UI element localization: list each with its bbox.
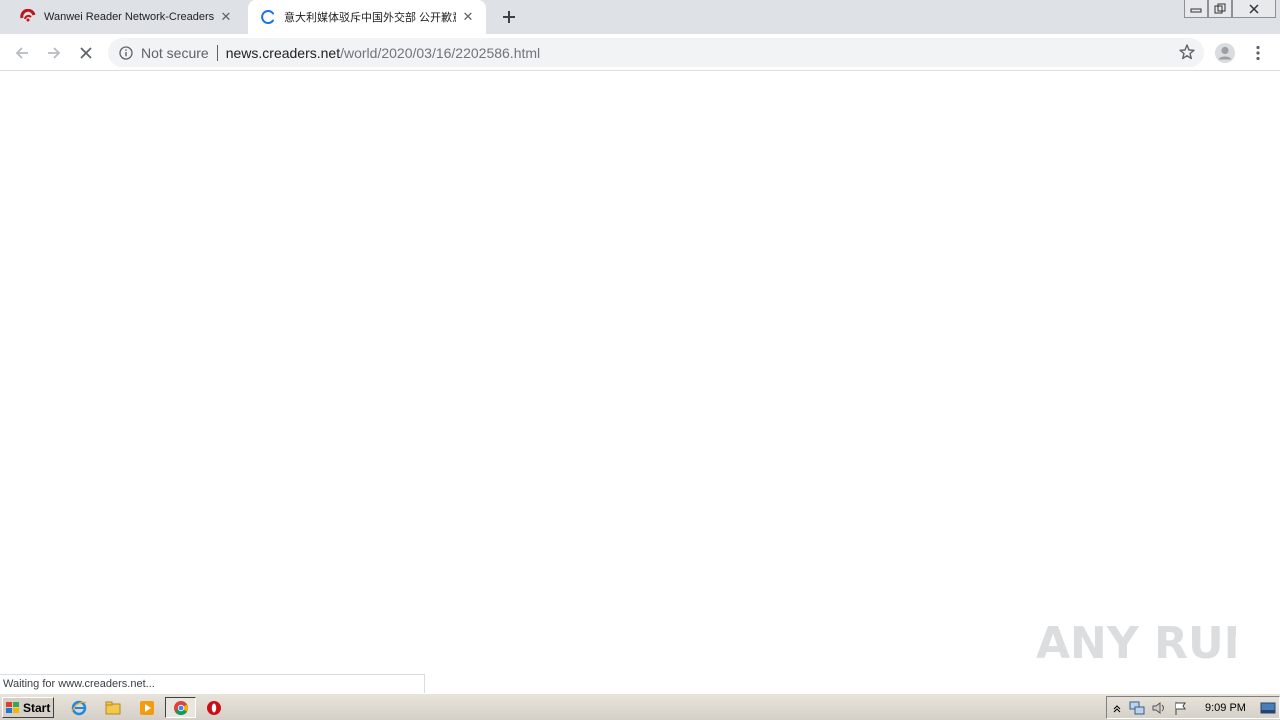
page-content-area (0, 72, 1280, 692)
tab-creaders-home[interactable]: Wanwei Reader Network-Creaders.NET ✕ (8, 0, 244, 34)
minimize-icon (1190, 8, 1202, 12)
info-icon[interactable] (117, 44, 135, 62)
start-label: Start (23, 700, 51, 715)
profile-button[interactable] (1212, 40, 1238, 66)
show-hidden-icons-icon[interactable] (1109, 700, 1125, 716)
back-button[interactable] (9, 40, 35, 66)
restore-icon (1214, 3, 1226, 13)
file-explorer-icon[interactable] (100, 697, 126, 718)
taskbar-clock[interactable]: 9:09 PM (1205, 702, 1246, 714)
browser-toolbar: Not secure news.creaders.net/world/2020/… (0, 34, 1280, 71)
stop-icon (80, 47, 92, 59)
anyrun-watermark: ANY RUN (1036, 606, 1261, 674)
tab-strip: Wanwei Reader Network-Creaders.NET ✕ 意大利… (0, 0, 1280, 34)
forward-arrow-icon (48, 47, 61, 59)
tab-title: Wanwei Reader Network-Creaders.NET (44, 11, 214, 23)
start-button[interactable]: Start (2, 697, 54, 718)
opera-icon[interactable] (201, 697, 227, 718)
media-player-icon[interactable] (134, 697, 160, 718)
divider (216, 44, 218, 61)
minimize-button[interactable] (1184, 0, 1208, 18)
kebab-menu-icon (1256, 45, 1260, 61)
new-tab-button[interactable] (498, 6, 520, 28)
show-desktop-icon[interactable] (1259, 700, 1277, 716)
stop-loading-button[interactable] (73, 40, 99, 66)
avatar-icon (1215, 43, 1235, 63)
loading-spinner-icon (260, 9, 276, 25)
windows-taskbar: Start 9:09 PM (0, 693, 1280, 720)
forward-button[interactable] (41, 40, 67, 66)
tab-close-icon[interactable]: ✕ (460, 9, 476, 25)
url-host[interactable]: news.creaders.net (226, 45, 340, 61)
internet-explorer-icon[interactable] (66, 697, 92, 718)
back-arrow-icon (15, 47, 28, 59)
creaders-logo-icon (20, 9, 36, 25)
tab-close-icon[interactable]: ✕ (218, 9, 234, 25)
action-center-flag-icon[interactable] (1173, 700, 1189, 716)
close-window-button[interactable] (1232, 0, 1276, 18)
close-icon (1249, 3, 1259, 14)
svg-text:ANY RUN: ANY RUN (1036, 618, 1236, 669)
restore-button[interactable] (1208, 0, 1232, 18)
tab-news-article[interactable]: 意大利媒体驳斥中国外交部 公开歉意 ✕ (248, 0, 486, 34)
windows-flag-icon (6, 701, 19, 713)
bookmark-star-icon[interactable] (1178, 43, 1196, 61)
security-label[interactable]: Not secure (141, 45, 209, 61)
menu-button[interactable] (1245, 40, 1271, 66)
network-icon[interactable] (1129, 700, 1145, 716)
tab-title: 意大利媒体驳斥中国外交部 公开歉意 (284, 12, 456, 24)
address-bar[interactable]: Not secure news.creaders.net/world/2020/… (108, 38, 1204, 67)
plus-icon (503, 11, 515, 23)
volume-icon[interactable] (1151, 700, 1167, 716)
chrome-icon[interactable] (165, 697, 196, 718)
system-tray: 9:09 PM (1106, 696, 1280, 719)
url-path[interactable]: /world/2020/03/16/2202586.html (340, 45, 540, 61)
status-bubble: Waiting for www.creaders.net... (0, 674, 425, 693)
